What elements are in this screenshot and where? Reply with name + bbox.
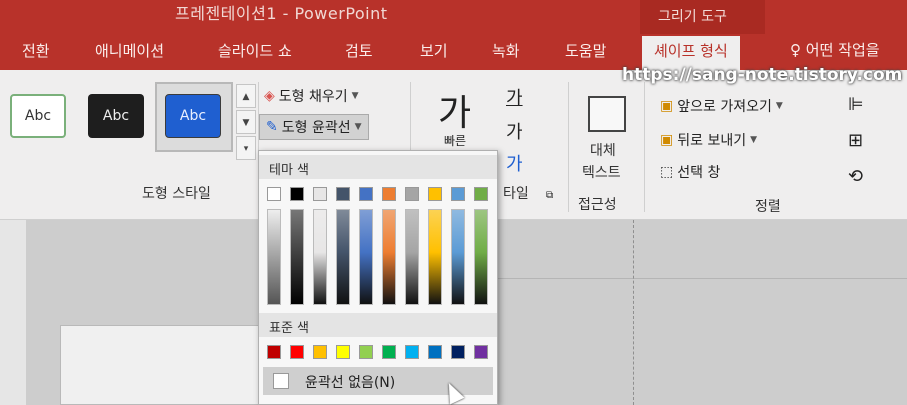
thumbnail-strip: [0, 220, 26, 405]
wordart-text-fill-icon[interactable]: 가: [438, 84, 471, 136]
standard-colors-header: 표준 색: [259, 313, 497, 337]
theme-color-swatch[interactable]: [267, 187, 281, 201]
no-color-swatch: [273, 373, 289, 389]
theme-shade-column[interactable]: [359, 209, 373, 305]
separator: [644, 82, 645, 212]
shape-styles-group-label: 도형 스타일: [142, 186, 211, 202]
quick-styles-label[interactable]: 빠른: [444, 132, 466, 149]
theme-shade-column[interactable]: [313, 209, 327, 305]
bring-forward-button[interactable]: ▣ 앞으로 가져오기 ▼: [660, 96, 783, 116]
standard-color-swatch[interactable]: [267, 345, 281, 359]
tab-record[interactable]: 녹화: [492, 40, 520, 61]
window-title: 프레젠테이션1 - PowerPoint: [175, 4, 388, 23]
theme-color-swatch[interactable]: [359, 187, 373, 201]
rotate-icon[interactable]: ⟲: [848, 166, 863, 187]
shape-outline-button[interactable]: ✎ 도형 윤곽선 ▼: [259, 114, 369, 140]
alt-text-line2[interactable]: 텍스트: [582, 162, 621, 182]
text-effects-icon[interactable]: 가: [506, 150, 523, 176]
tab-animations[interactable]: 애니메이션: [95, 40, 164, 61]
send-backward-icon: ▣: [660, 132, 674, 148]
no-outline-label: 윤곽선 없음(N): [305, 375, 396, 391]
wordart-group-label: 타일: [503, 186, 529, 202]
tab-transitions[interactable]: 전환: [22, 40, 50, 61]
standard-color-swatch[interactable]: [382, 345, 396, 359]
alt-text-icon[interactable]: [588, 96, 626, 132]
theme-shade-column[interactable]: [474, 209, 488, 305]
send-backward-label: 뒤로 보내기: [677, 133, 747, 149]
arrange-group-label: 정렬: [755, 199, 781, 215]
standard-color-swatch[interactable]: [336, 345, 350, 359]
theme-shade-column[interactable]: [336, 209, 350, 305]
shape-outline-label: 도형 윤곽선: [281, 120, 351, 136]
standard-color-swatch[interactable]: [290, 345, 304, 359]
theme-color-swatch[interactable]: [474, 187, 488, 201]
tab-view[interactable]: 보기: [420, 40, 448, 61]
selection-pane-button[interactable]: ⬚ 선택 창: [660, 162, 720, 182]
alt-text-line1[interactable]: 대체: [590, 140, 616, 160]
chevron-down-icon: ▼: [750, 135, 758, 145]
text-fill-icon[interactable]: 가: [506, 84, 523, 110]
context-tab-group: 그리기 도구: [640, 0, 765, 34]
bring-forward-label: 앞으로 가져오기: [677, 99, 772, 115]
theme-color-swatch[interactable]: [428, 187, 442, 201]
tab-help[interactable]: 도움말: [565, 40, 606, 61]
text-outline-icon[interactable]: 가: [506, 118, 523, 144]
group-icon[interactable]: ⊞: [848, 130, 863, 151]
shape-style-thumb-1[interactable]: Abc: [10, 94, 66, 138]
theme-colors-header: 테마 색: [259, 155, 497, 179]
theme-shade-column[interactable]: [267, 209, 281, 305]
theme-shade-column[interactable]: [428, 209, 442, 305]
theme-color-swatch[interactable]: [313, 187, 327, 201]
dialog-launcher-icon[interactable]: ⧉: [546, 190, 553, 201]
standard-color-swatch[interactable]: [313, 345, 327, 359]
standard-color-swatch[interactable]: [359, 345, 373, 359]
send-backward-button[interactable]: ▣ 뒤로 보내기 ▼: [660, 130, 757, 150]
tab-review[interactable]: 검토: [345, 40, 373, 61]
chevron-down-icon: ▼: [775, 101, 783, 111]
standard-color-swatch[interactable]: [451, 345, 465, 359]
style-gallery-scroll: ▲ ▼ ▾: [236, 84, 256, 164]
shape-style-thumb-2[interactable]: Abc: [88, 94, 144, 138]
lightbulb-icon: ♀: [790, 41, 801, 59]
separator: [568, 82, 569, 212]
theme-shade-column[interactable]: [451, 209, 465, 305]
tell-me-text: 어떤 작업을: [805, 41, 880, 59]
standard-color-swatch[interactable]: [428, 345, 442, 359]
guide-line: [470, 278, 907, 279]
gallery-more-icon[interactable]: ▾: [236, 136, 256, 160]
context-title: 그리기 도구: [658, 9, 727, 25]
slide-guide-dashed: [633, 220, 634, 405]
theme-color-swatch[interactable]: [290, 187, 304, 201]
watermark: https://sang-note.tistory.com: [622, 65, 903, 85]
tell-me-box[interactable]: ♀ 어떤 작업을: [790, 39, 880, 60]
title-bar: 프레젠테이션1 - PowerPoint 그리기 도구: [0, 0, 907, 34]
shape-style-thumb-3[interactable]: Abc: [165, 94, 221, 138]
tab-slideshow[interactable]: 슬라이드 쇼: [218, 40, 292, 61]
standard-color-swatch[interactable]: [405, 345, 419, 359]
shape-fill-label: 도형 채우기: [278, 89, 348, 105]
gallery-up-icon[interactable]: ▲: [236, 84, 256, 108]
accessibility-group-label: 접근성: [578, 197, 617, 213]
pen-icon: ✎: [266, 119, 278, 135]
theme-color-swatch[interactable]: [336, 187, 350, 201]
theme-color-swatch[interactable]: [451, 187, 465, 201]
theme-color-swatch[interactable]: [382, 187, 396, 201]
paint-bucket-icon: ◈: [264, 88, 275, 104]
bring-forward-icon: ▣: [660, 98, 674, 114]
theme-shade-column[interactable]: [382, 209, 396, 305]
theme-shade-column[interactable]: [405, 209, 419, 305]
standard-color-swatch[interactable]: [474, 345, 488, 359]
align-icon[interactable]: ⊫: [848, 94, 864, 115]
chevron-down-icon: ▼: [351, 91, 359, 101]
theme-color-swatch[interactable]: [405, 187, 419, 201]
selection-pane-icon: ⬚: [660, 164, 674, 180]
shape-outline-menu: 테마 색 표준 색 윤곽선 없음(N): [258, 150, 498, 405]
chevron-down-icon: ▼: [354, 122, 362, 132]
selection-pane-label: 선택 창: [677, 165, 721, 181]
gallery-down-icon[interactable]: ▼: [236, 110, 256, 134]
theme-shade-column[interactable]: [290, 209, 304, 305]
shape-fill-button[interactable]: ◈ 도형 채우기 ▼: [264, 86, 359, 106]
